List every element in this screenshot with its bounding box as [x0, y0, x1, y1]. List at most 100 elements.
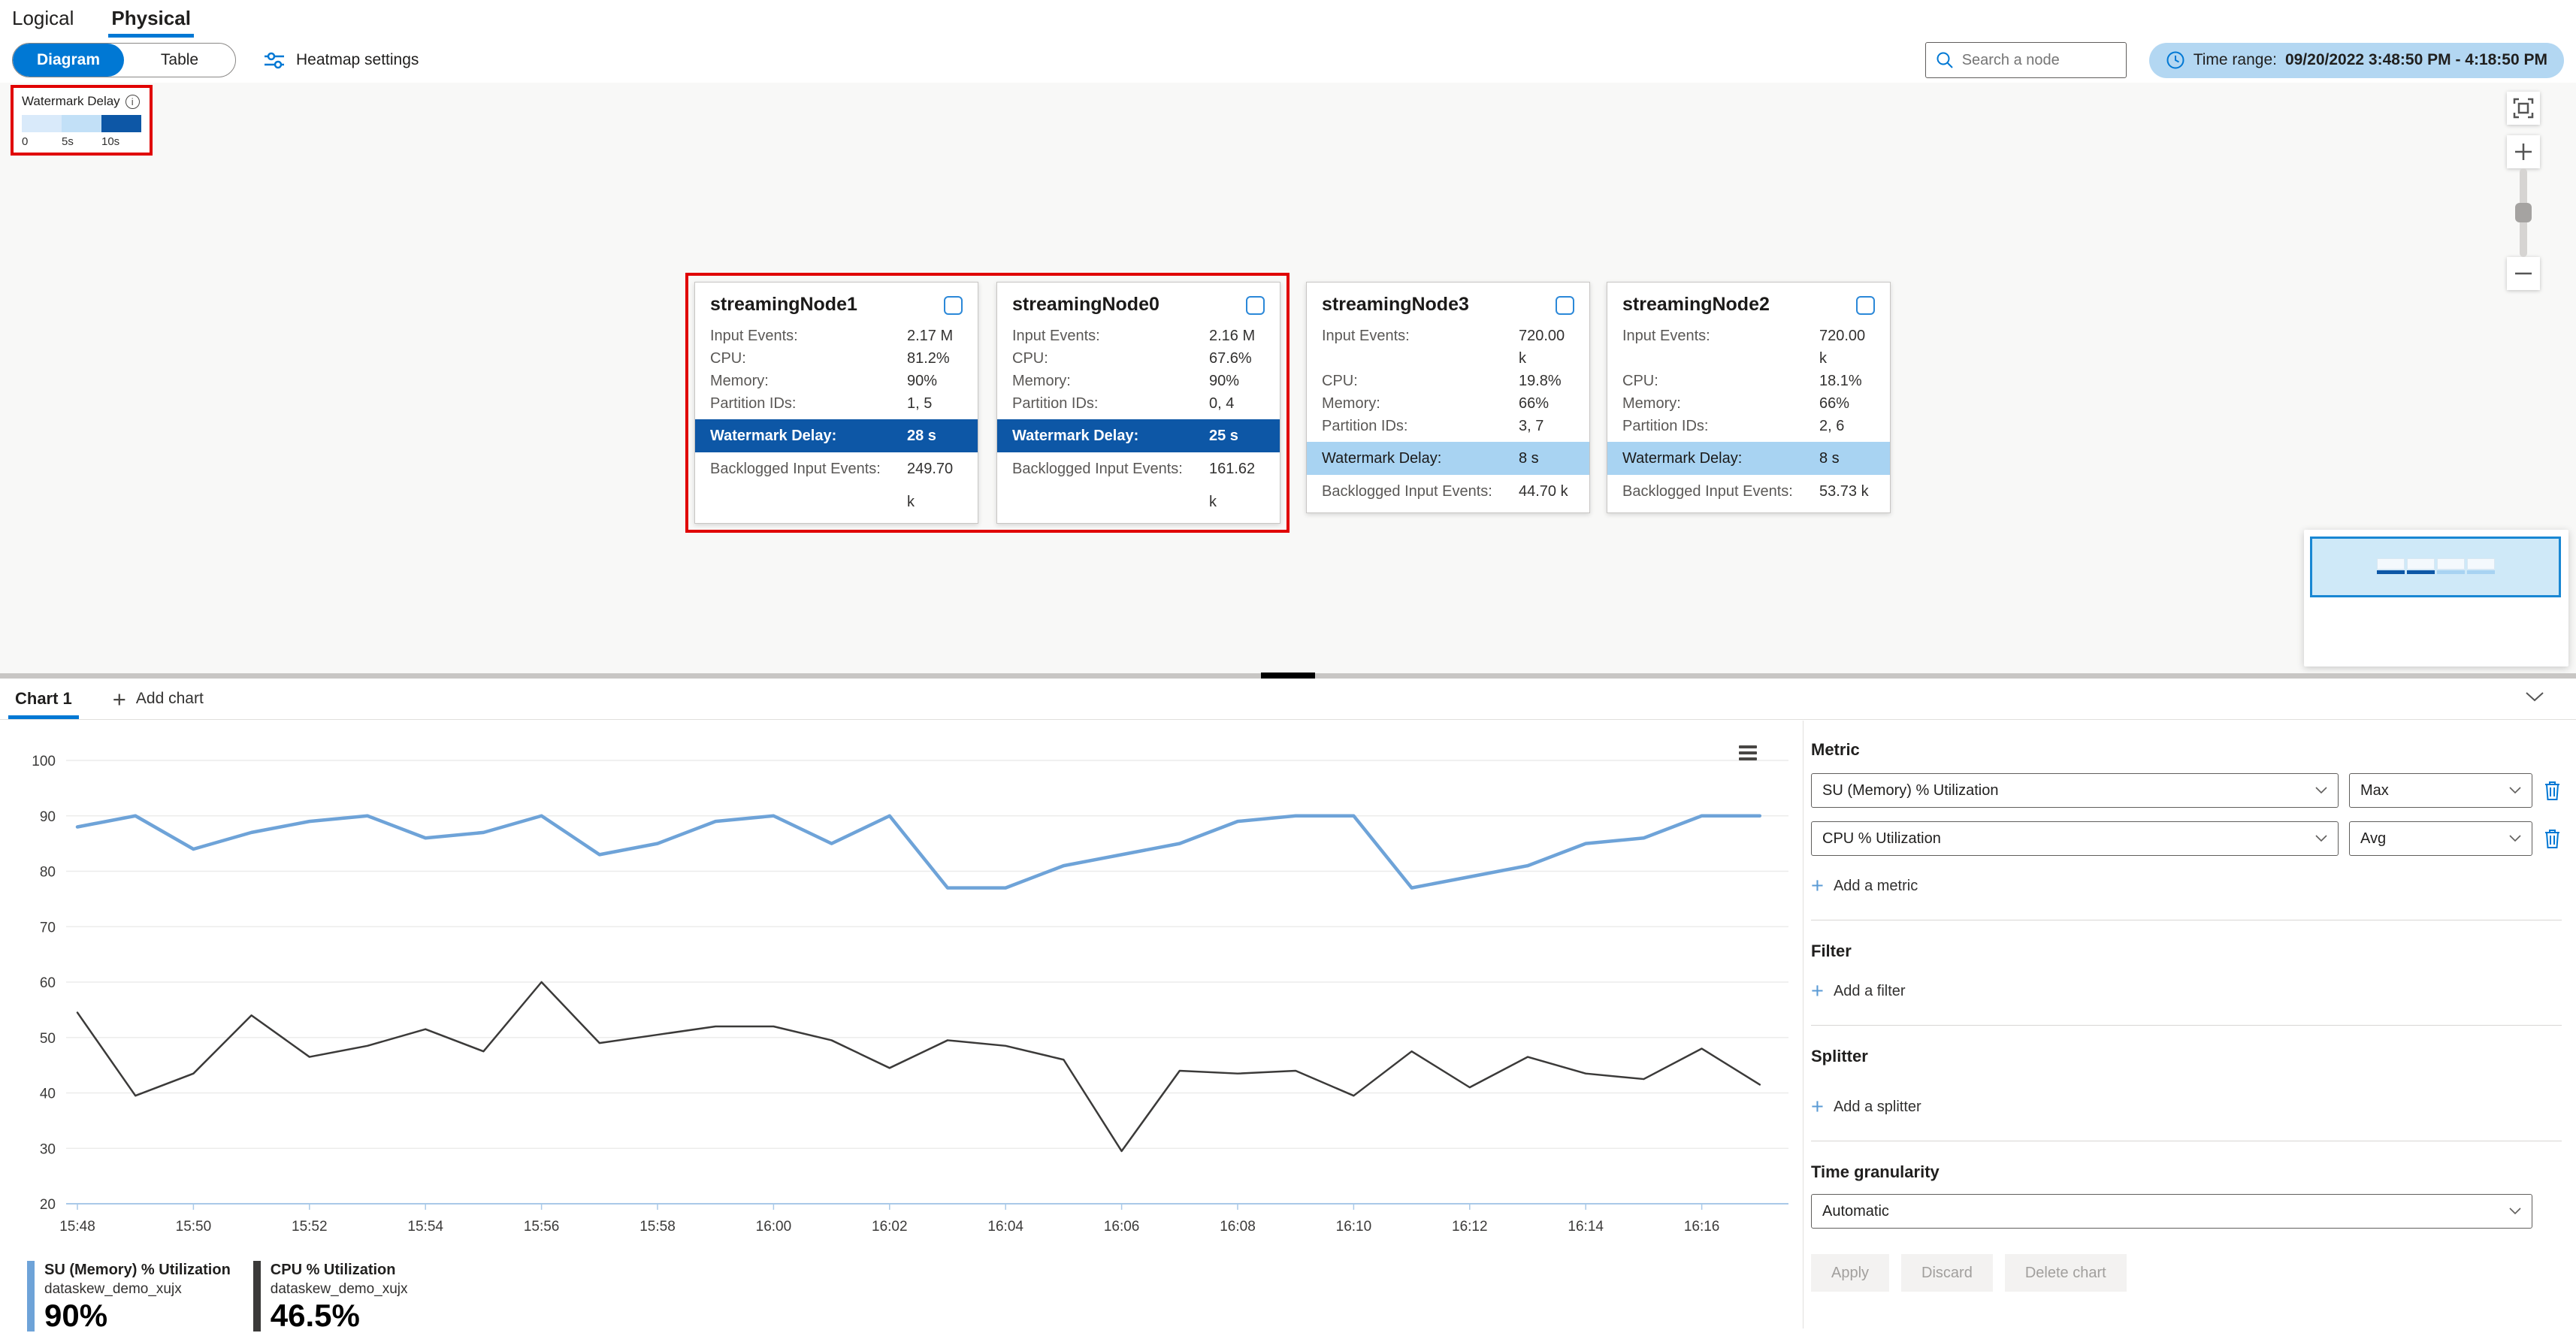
discard-button[interactable]: Discard	[1901, 1254, 1993, 1292]
stat-value: 66%	[1519, 392, 1549, 415]
stat-value: 1, 5	[907, 392, 932, 415]
node-select-checkbox[interactable]	[1856, 296, 1875, 315]
time-range-badge[interactable]: Time range: 09/20/2022 3:48:50 PM - 4:18…	[2149, 43, 2564, 78]
stat-value: 81.2%	[907, 347, 950, 370]
metric-section-title: Metric	[1811, 740, 2562, 760]
legend-metric-name: SU (Memory) % Utilization	[44, 1262, 231, 1279]
node-stat-row: CPU:18.1%	[1607, 370, 1890, 392]
aggregation-select[interactable]: Max	[2349, 773, 2532, 808]
add-metric-button[interactable]: + Add a metric	[1811, 875, 1918, 897]
tab-physical-label: Physical	[111, 7, 191, 29]
apply-button[interactable]: Apply	[1811, 1254, 1889, 1292]
svg-text:15:50: 15:50	[176, 1219, 212, 1235]
diagram-view-button[interactable]: Diagram	[13, 44, 124, 77]
delete-metric-icon[interactable]	[2543, 780, 2562, 801]
stat-label: Watermark Delay:	[710, 428, 907, 445]
node-card[interactable]: streamingNode0Input Events:2.16 MCPU:67.…	[996, 282, 1280, 524]
delete-metric-icon[interactable]	[2543, 828, 2562, 849]
search-input[interactable]	[1925, 42, 2127, 78]
chart-context-menu-icon[interactable]	[1739, 745, 1757, 760]
minus-icon	[2514, 264, 2533, 283]
add-splitter-button[interactable]: + Add a splitter	[1811, 1096, 1921, 1118]
node-search	[1925, 42, 2127, 78]
node-select-checkbox[interactable]	[944, 296, 963, 315]
minimap[interactable]	[2304, 530, 2568, 666]
svg-text:16:10: 16:10	[1336, 1219, 1372, 1235]
time-range-value: 09/20/2022 3:48:50 PM - 4:18:50 PM	[2285, 51, 2547, 69]
svg-text:15:54: 15:54	[407, 1219, 443, 1235]
collapse-panel-chevron-icon[interactable]	[2525, 691, 2544, 703]
watermark-legend-title: Watermark Delay	[22, 94, 120, 109]
node-card[interactable]: streamingNode3Input Events:720.00 kCPU:1…	[1306, 282, 1590, 513]
minimap-node	[2377, 558, 2405, 574]
time-granularity-value: Automatic	[1822, 1203, 1889, 1220]
tab-chart-1[interactable]: Chart 1	[11, 679, 77, 719]
stat-value: 53.73 k	[1819, 475, 1869, 508]
metric-select[interactable]: CPU % Utilization	[1811, 821, 2339, 856]
minimap-viewport[interactable]	[2310, 537, 2561, 597]
stat-value: 2, 6	[1819, 415, 1844, 437]
stat-value: 161.62 k	[1209, 452, 1265, 518]
stat-label: Watermark Delay:	[1012, 428, 1209, 445]
svg-text:15:48: 15:48	[59, 1219, 95, 1235]
add-chart-button[interactable]: + Add chart	[108, 687, 208, 712]
time-range-label: Time range:	[2194, 51, 2277, 69]
horizontal-splitter[interactable]	[0, 673, 2576, 679]
chart-section: 100908070605040302015:4815:5015:5215:541…	[0, 721, 2576, 1328]
stat-label: Memory:	[1622, 392, 1819, 415]
time-granularity-select[interactable]: Automatic	[1811, 1194, 2532, 1229]
diagram-canvas[interactable]: Watermark Delay i 05s10s streamingNode1I…	[0, 83, 2576, 673]
minimap-node	[2467, 558, 2495, 574]
watermark-scale-label: 5s	[62, 135, 101, 148]
chart-settings-panel: Metric SU (Memory) % Utilization Max CPU…	[1803, 721, 2576, 1328]
node-stat-row: Input Events:720.00 k	[1307, 325, 1589, 370]
watermark-color-swatch	[62, 115, 101, 132]
chart-area: 100908070605040302015:4815:5015:5215:541…	[0, 721, 1803, 1328]
node-card-header: streamingNode3	[1307, 283, 1589, 325]
node-select-checkbox[interactable]	[1556, 296, 1574, 315]
table-view-button[interactable]: Table	[124, 44, 235, 77]
aggregation-select[interactable]: Avg	[2349, 821, 2532, 856]
zoom-slider-handle[interactable]	[2515, 203, 2532, 222]
svg-text:15:52: 15:52	[292, 1219, 328, 1235]
fit-to-screen-button[interactable]	[2507, 92, 2540, 125]
heatmap-settings-button[interactable]: Heatmap settings	[259, 48, 423, 72]
svg-text:16:06: 16:06	[1104, 1219, 1140, 1235]
svg-text:16:02: 16:02	[872, 1219, 908, 1235]
diagram-toolbar: Diagram Table Heatmap settings Time rang…	[0, 38, 2576, 83]
legend-card: CPU % Utilizationdataskew_demo_xujx46.5%	[253, 1261, 419, 1331]
tab-physical[interactable]: Physical	[110, 2, 192, 38]
stat-value: 8 s	[1819, 450, 1840, 467]
stat-value: 2.16 M	[1209, 325, 1255, 347]
svg-text:20: 20	[40, 1197, 56, 1213]
zoom-controls	[2507, 92, 2540, 290]
zoom-out-button[interactable]	[2507, 257, 2540, 290]
watermark-delay-row: Watermark Delay:8 s	[1607, 442, 1890, 475]
stat-label: Watermark Delay:	[1322, 450, 1519, 467]
add-filter-label: Add a filter	[1834, 983, 1906, 1000]
chart-tab-label: Chart 1	[15, 689, 72, 709]
node-select-checkbox[interactable]	[1246, 296, 1265, 315]
aggregation-select-value: Avg	[2360, 830, 2386, 848]
info-icon[interactable]: i	[125, 95, 140, 109]
stat-label: Backlogged Input Events:	[1322, 475, 1519, 508]
stat-label: Memory:	[1012, 370, 1209, 392]
node-stat-row: CPU:67.6%	[997, 347, 1280, 370]
nodes-row: streamingNode1Input Events:2.17 MCPU:81.…	[685, 273, 1891, 533]
heatmap-settings-label: Heatmap settings	[296, 51, 419, 69]
stat-value: 3, 7	[1519, 415, 1543, 437]
node-card-header: streamingNode0	[997, 283, 1280, 325]
zoom-slider[interactable]	[2520, 168, 2527, 257]
node-card-header: streamingNode1	[695, 283, 978, 325]
metric-select[interactable]: SU (Memory) % Utilization	[1811, 773, 2339, 808]
node-title: streamingNode0	[1012, 294, 1160, 316]
view-tabs: Logical Physical	[0, 0, 2576, 38]
node-card[interactable]: streamingNode2Input Events:720.00 kCPU:1…	[1607, 282, 1891, 513]
svg-text:90: 90	[40, 809, 56, 825]
node-card[interactable]: streamingNode1Input Events:2.17 MCPU:81.…	[694, 282, 978, 524]
delete-chart-button[interactable]: Delete chart	[2005, 1254, 2127, 1292]
tab-logical[interactable]: Logical	[11, 2, 75, 38]
zoom-in-button[interactable]	[2507, 135, 2540, 168]
node-stat-row: Memory:66%	[1607, 392, 1890, 415]
add-filter-button[interactable]: + Add a filter	[1811, 981, 1906, 1002]
